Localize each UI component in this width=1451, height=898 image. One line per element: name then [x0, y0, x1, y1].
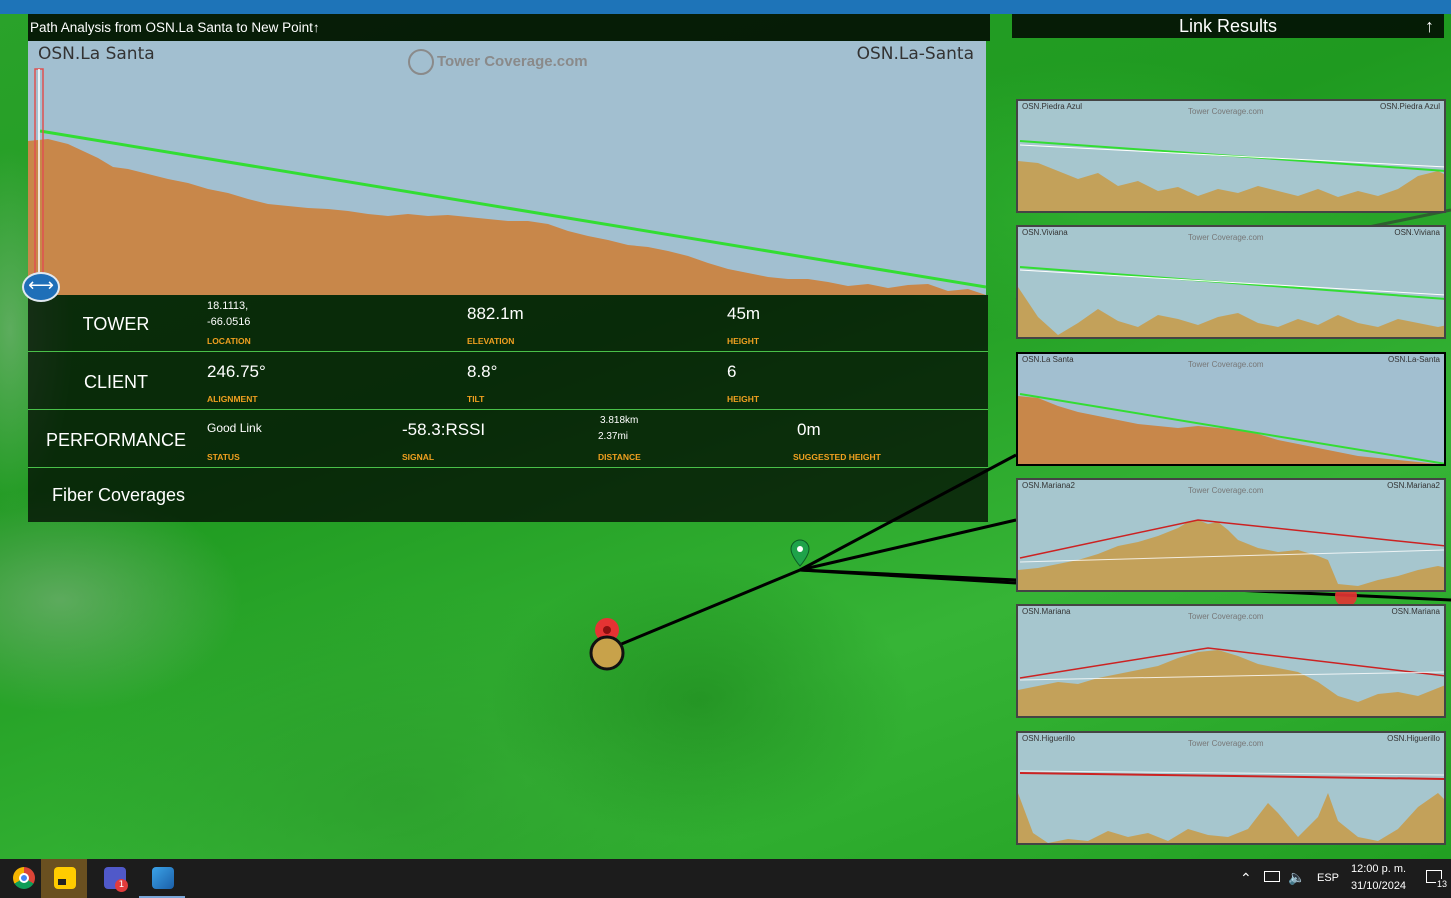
link-card-profile: [1018, 770, 1444, 843]
clock-time[interactable]: 12:00 p. m.: [1351, 863, 1406, 875]
teams-badge: 1: [115, 879, 128, 892]
link-card-watermark: Tower Coverage.com: [1188, 360, 1264, 369]
stats-table: TOWER 18.1113, -66.0516 LOCATION 882.1m …: [28, 295, 988, 522]
performance-suggested-label: SUGGESTED HEIGHT: [793, 452, 881, 462]
link-card-left-site: OSN.La Santa: [1022, 355, 1074, 364]
terrain-profile: [28, 139, 986, 295]
link-card-watermark: Tower Coverage.com: [1188, 233, 1264, 242]
link-card-watermark: Tower Coverage.com: [1188, 612, 1264, 621]
link-card-profile: [1018, 519, 1444, 590]
link-card-right-site: OSN.Piedra Azul: [1379, 102, 1440, 111]
link-results-header[interactable]: Link Results ↑: [1012, 14, 1444, 38]
path-analysis-panel: Path Analysis from OSN.La Santa to New P…: [22, 14, 990, 522]
client-row: CLIENT 246.75° ALIGNMENT 8.8° TILT 6 HEI…: [28, 353, 988, 410]
link-card-mariana2[interactable]: OSN.Mariana2 OSN.Mariana2 Tower Coverage…: [1016, 478, 1446, 592]
link-card-watermark: Tower Coverage.com: [1188, 739, 1264, 748]
link-card-la-santa[interactable]: OSN.La Santa OSN.La-Santa Tower Coverage…: [1016, 352, 1446, 466]
network-icon[interactable]: [1264, 871, 1280, 882]
photos-taskbar-button[interactable]: [139, 859, 185, 898]
client-tilt-value: 8.8°: [467, 362, 498, 381]
link-card-higuerillo[interactable]: OSN.Higuerillo OSN.Higuerillo Tower Cove…: [1016, 731, 1446, 845]
link-card-left-site: OSN.Piedra Azul: [1022, 102, 1083, 111]
client-point-marker: [589, 635, 625, 671]
notification-count: 13: [1436, 879, 1449, 889]
tower-height-label: HEIGHT: [727, 336, 760, 346]
client-row-title: CLIENT: [83, 372, 148, 392]
volume-icon[interactable]: 🔈: [1288, 869, 1305, 886]
tower-logo-icon: [408, 49, 434, 75]
link-card-profile: [1018, 393, 1444, 464]
link-card-mariana[interactable]: OSN.Mariana OSN.Mariana Tower Coverage.c…: [1016, 604, 1446, 718]
performance-signal-value: -58.3:RSSI: [402, 420, 486, 439]
performance-distance-mi: 2.37mi: [598, 431, 629, 442]
performance-distance-km: 3.818km: [600, 415, 639, 426]
client-alignment-label: ALIGNMENT: [207, 394, 258, 404]
chrome-taskbar-button[interactable]: [0, 859, 46, 898]
watermark-text: Tower Coverage.com: [437, 52, 588, 70]
performance-status-value: Good Link: [207, 421, 262, 435]
link-card-piedra-azul[interactable]: OSN.Piedra Azul OSN.Piedra Azul Tower Co…: [1016, 99, 1446, 213]
tower-location-value-1: 18.1113,: [207, 300, 249, 312]
teams-taskbar-button[interactable]: 1: [91, 859, 137, 898]
link-card-watermark: Tower Coverage.com: [1188, 486, 1264, 495]
link-card-profile: [1018, 266, 1444, 337]
collapse-arrow-icon[interactable]: ↑: [1425, 14, 1434, 38]
profile-left-site: OSN.La Santa: [38, 44, 155, 64]
chrome-icon: [13, 867, 35, 889]
client-height-value: 6: [727, 362, 737, 381]
tower-elevation-label: ELEVATION: [467, 336, 515, 346]
collapse-arrow-icon[interactable]: ↑: [313, 20, 320, 35]
client-height-label: HEIGHT: [727, 394, 760, 404]
link-card-left-site: OSN.Mariana2: [1022, 481, 1075, 490]
link-card-right-site: OSN.Viviana: [1394, 228, 1440, 237]
link-card-right-site: OSN.La-Santa: [1387, 355, 1440, 364]
link-card-profile: [1018, 647, 1444, 716]
language-indicator[interactable]: ESP: [1317, 872, 1339, 884]
clock-date[interactable]: 31/10/2024: [1351, 880, 1406, 892]
performance-distance-label: DISTANCE: [598, 452, 641, 462]
performance-status-label: STATUS: [207, 452, 240, 462]
link-card-left-site: OSN.Higuerillo: [1022, 734, 1075, 743]
elevation-profile-chart: [28, 68, 986, 295]
link-card-profile: [1018, 140, 1444, 211]
sticky-notes-icon: [54, 867, 76, 889]
photos-icon: [152, 867, 174, 889]
client-alignment-value: 246.75°: [207, 362, 266, 381]
path-title-text: Path Analysis from OSN.La Santa to New P…: [30, 20, 313, 35]
performance-suggested-value: 0m: [797, 420, 821, 439]
tower-elevation-value: 882.1m: [467, 304, 524, 323]
link-card-viviana[interactable]: OSN.Viviana OSN.Viviana Tower Coverage.c…: [1016, 225, 1446, 339]
client-tilt-label: TILT: [467, 394, 485, 404]
path-analysis-title[interactable]: Path Analysis from OSN.La Santa to New P…: [28, 14, 990, 41]
double-arrow-icon: ⟷: [28, 275, 54, 296]
chevron-up-icon[interactable]: ⌃: [1240, 870, 1252, 887]
elevation-profile: OSN.La Santa OSN.La-Santa Tower Coverage…: [28, 41, 986, 295]
tower-row: TOWER 18.1113, -66.0516 LOCATION 882.1m …: [28, 295, 988, 352]
watermark: Tower Coverage.com: [408, 49, 588, 75]
performance-row-title: PERFORMANCE: [45, 430, 186, 450]
link-card-left-site: OSN.Viviana: [1022, 228, 1068, 237]
link-card-watermark: Tower Coverage.com: [1188, 107, 1264, 116]
map-marker-green: [790, 539, 810, 567]
performance-signal-label: SIGNAL: [402, 452, 435, 462]
link-results-title: Link Results: [1178, 16, 1278, 36]
tower-location-value-2: -66.0516: [207, 316, 251, 328]
link-card-left-site: OSN.Mariana: [1022, 607, 1071, 616]
performance-row: PERFORMANCE Good Link STATUS -58.3:RSSI …: [28, 411, 988, 468]
sticky-notes-taskbar-button[interactable]: [41, 859, 87, 898]
tower-height-value: 45m: [727, 304, 761, 323]
resize-handle[interactable]: ⟷: [22, 272, 60, 302]
taskbar: 1 ⌃ 🔈 ESP 12:00 p. m. 31/10/2024 13: [0, 859, 1451, 898]
link-card-right-site: OSN.Mariana: [1391, 607, 1440, 616]
tower-location-label: LOCATION: [207, 336, 251, 346]
fiber-coverages-toggle[interactable]: Fiber Coverages: [52, 485, 185, 506]
profile-right-site: OSN.La-Santa: [856, 44, 974, 64]
link-card-right-site: OSN.Mariana2: [1387, 481, 1440, 490]
link-card-right-site: OSN.Higuerillo: [1387, 734, 1440, 743]
tower-row-title: TOWER: [82, 314, 150, 334]
